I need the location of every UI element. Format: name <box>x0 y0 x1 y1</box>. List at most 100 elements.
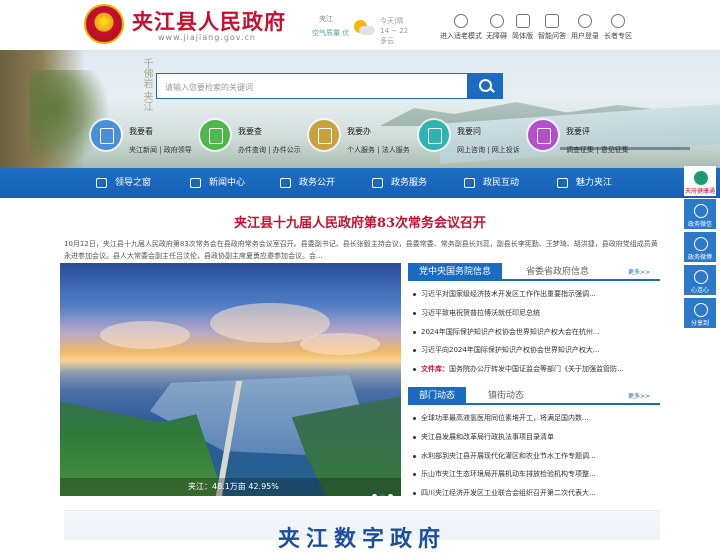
tool-label: 用户登录 <box>571 32 599 40</box>
side-weibo-button[interactable]: 政务微博 <box>684 232 716 262</box>
quick-link-sub[interactable]: 调查征集 | 意见征集 <box>566 145 629 155</box>
leader-icon <box>96 177 107 188</box>
weather-forecast: 今天|晴 14 ~ 22 多云 <box>380 16 410 46</box>
list-item[interactable]: 文件库：国务院办公厅转发中国证监会等部门《关于加强监管防... <box>412 360 656 379</box>
tool-label: 智能问答 <box>538 32 566 40</box>
tool-label: 长者专区 <box>604 32 632 40</box>
list-item[interactable]: 习近平对国家级经济技术开发区工作作出重要指示强调... <box>412 285 656 304</box>
side-label: 心连心 <box>690 287 709 294</box>
digital-gov-section: 夹江数字政府 <box>64 510 660 552</box>
senior-icon <box>611 14 625 28</box>
side-label: 分享到 <box>690 320 709 327</box>
tool-label: 简体版 <box>512 32 533 40</box>
tab-township[interactable]: 镇街动态 <box>488 387 524 405</box>
review-icon <box>528 120 558 150</box>
nav-leaders[interactable]: 领导之窗 <box>96 168 151 198</box>
photo-cloud <box>300 333 380 355</box>
side-heart-button[interactable]: 心连心 <box>684 265 716 295</box>
search-button[interactable] <box>468 73 503 99</box>
quick-link-title: 我要看 <box>129 127 153 136</box>
language-button[interactable]: 简体版 <box>512 14 533 41</box>
tab-central-gov[interactable]: 党中央国务院信息 <box>408 263 503 281</box>
quick-link-sub[interactable]: 网上咨询 | 网上投诉 <box>457 145 520 155</box>
banner-calligraphy: 千佛岩 夹江 <box>141 58 152 112</box>
more-link[interactable]: 更多>> <box>628 267 650 276</box>
quick-link-sub[interactable]: 办件查询 | 办件公示 <box>238 145 301 155</box>
senior-zone-button[interactable]: 长者专区 <box>604 14 632 41</box>
quick-link-sub[interactable]: 个人服务 | 法人服务 <box>347 145 410 155</box>
file-library-label: 文件库： <box>421 365 449 374</box>
carousel-dot-active[interactable] <box>380 494 385 496</box>
nav-interaction[interactable]: 政民互动 <box>464 168 519 198</box>
list-item[interactable]: 全球功率最高液氢医用同位素堆开工，将满足国内数... <box>412 409 656 428</box>
carousel-dot[interactable] <box>388 494 393 496</box>
news-list-2: 全球功率最高液氢医用同位素堆开工，将满足国内数... 夹江县发展和改革局行政执法… <box>412 409 656 503</box>
list-item[interactable]: 习近平致电祝贺普拉博沃就任印尼总统 <box>412 304 656 323</box>
charm-icon <box>557 177 568 188</box>
nav-news[interactable]: 新闻中心 <box>190 168 245 198</box>
side-share-button[interactable]: 分享到 <box>684 298 716 328</box>
news-tabs-1: 党中央国务院信息 省委省政府信息 更多>> <box>408 263 660 281</box>
question-icon <box>419 120 449 150</box>
weather-city: 夹江 <box>319 15 333 23</box>
elderly-mode-button[interactable]: 进入适老模式 <box>440 14 482 41</box>
list-item[interactable]: 四川夹江经济开发区工业联合会组织召开第二次代表大... <box>412 484 656 503</box>
interaction-icon <box>464 177 475 188</box>
partly-cloudy-icon <box>352 20 375 36</box>
list-item[interactable]: 2024年国际保护知识产权协会世界知识产权大会在杭州... <box>412 323 656 342</box>
nav-charm[interactable]: 魅力夹江 <box>557 168 612 198</box>
open-gov-icon <box>280 177 291 188</box>
more-link[interactable]: 更多>> <box>628 391 650 400</box>
nav-open-gov[interactable]: 政务公开 <box>280 168 335 198</box>
side-label: 政务微博 <box>687 254 712 261</box>
search-doc-icon <box>200 120 230 150</box>
nav-label: 领导之窗 <box>115 178 152 188</box>
news-list-1: 习近平对国家级经济技术开发区工作作出重要指示强调... 习近平致电祝贺普拉博沃就… <box>412 285 656 379</box>
tab-provincial-gov[interactable]: 省委省政府信息 <box>526 263 589 281</box>
air-quality: 空气质量 优 <box>312 29 350 37</box>
nav-label: 政务公开 <box>299 178 336 188</box>
header: 夹江县人民政府 www.jiajiang.gov.cn 夹江 空气质量 优 今天… <box>0 0 720 50</box>
list-item[interactable]: 习近平向2024年国际保护知识产权协会世界知识产权大... <box>412 341 656 360</box>
smart-qa-button[interactable]: 智能问答 <box>538 14 566 41</box>
news-icon <box>190 177 201 188</box>
file-library-text: 国务院办公厅转发中国证监会等部门《关于加强监管防... <box>449 365 624 374</box>
carousel-dot[interactable] <box>372 494 377 496</box>
quick-link-title: 我要问 <box>457 127 481 136</box>
nav-label: 魅力夹江 <box>576 178 613 188</box>
side-label: 天府健康通 <box>684 188 715 195</box>
nav-gov-service[interactable]: 政务服务 <box>372 168 427 198</box>
carousel-dots[interactable] <box>369 484 393 496</box>
login-button[interactable]: 用户登录 <box>571 14 599 41</box>
tool-label: 无障碍 <box>486 32 507 40</box>
headline-title[interactable]: 夹江县十九届人民政府第83次常务会议召开 <box>0 212 720 231</box>
quick-link-sub[interactable]: 夹江新闻 | 政府领导 <box>129 145 192 155</box>
chat-icon <box>545 14 559 28</box>
site-url: www.jiajiang.gov.cn <box>158 33 256 42</box>
accessibility-icon <box>489 14 504 28</box>
list-item[interactable]: 水利部到夹江县开展现代化灌区和农业节水工作专题调... <box>412 447 656 466</box>
site-title[interactable]: 夹江县人民政府 <box>132 6 286 36</box>
quick-link-title: 我要办 <box>347 127 371 136</box>
quick-link-title: 我要评 <box>566 127 590 136</box>
photo-caption[interactable]: 夹江：48.1万亩 42.95% <box>60 478 401 496</box>
photo-carousel[interactable]: 夹江：48.1万亩 42.95% <box>60 263 401 496</box>
search-input[interactable]: 请输入您要检索的关键词 <box>156 73 468 99</box>
main-nav: 领导之窗 新闻中心 政务公开 政务服务 政民互动 魅力夹江 <box>0 168 720 198</box>
weather-line3: 多云 <box>380 37 394 45</box>
nav-label: 新闻中心 <box>209 178 246 188</box>
gov-service-icon <box>372 177 383 188</box>
floating-sidebar: 天府健康通 政务微信 政务微博 心连心 分享到 <box>684 166 716 331</box>
side-health-button[interactable]: 天府健康通 <box>684 166 716 196</box>
service-icon <box>309 120 339 150</box>
tab-department[interactable]: 部门动态 <box>408 387 467 405</box>
photo-cloud <box>100 321 190 349</box>
elderly-icon <box>454 14 468 28</box>
list-item[interactable]: 乐山市夹江生态环境局开展机动车排放检验机构专项整... <box>412 465 656 484</box>
quick-link-title: 我要查 <box>238 127 262 136</box>
list-item[interactable]: 夹江县发展和改革局行政执法事项目录清单 <box>412 428 656 447</box>
nav-label: 政民互动 <box>483 178 520 188</box>
accessibility-button[interactable]: 无障碍 <box>486 14 507 41</box>
nav-label: 政务服务 <box>391 178 428 188</box>
headline-summary: 10月12日，夹江县十九届人民政府第83次常务会在县政府常务会议室召开。县委副书… <box>64 240 658 260</box>
